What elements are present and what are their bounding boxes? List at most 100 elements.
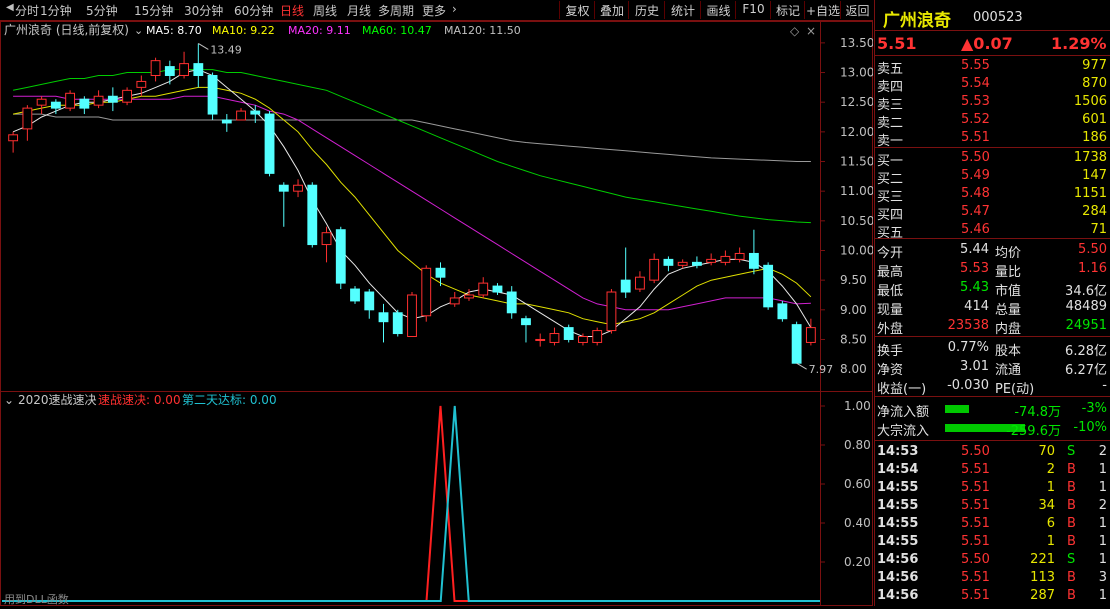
period-tab-1[interactable]: 1分钟 (40, 2, 72, 19)
tick-count: 1 (1098, 588, 1107, 603)
stat2-label: PE(动) (995, 382, 1035, 397)
y-tick-label: 8.00 (840, 362, 867, 376)
ask-price: 5.54 (961, 76, 990, 91)
tick-row: 14:56 5.50 221 S 1 (875, 551, 1110, 569)
tick-price: 5.51 (961, 480, 990, 495)
ask-row[interactable]: 卖五 5.55 977 (875, 57, 1110, 77)
tick-volume: 2 (1046, 462, 1055, 477)
candle-body (435, 267, 446, 278)
bid-row[interactable]: 买一 5.50 1738 (875, 149, 1110, 169)
toolbar-button-3[interactable]: 统计 (664, 1, 701, 19)
indicator-chevron-icon[interactable]: ⌄ (4, 393, 14, 407)
period-tab-8[interactable]: 月线 (347, 2, 371, 19)
close-icon[interactable]: × (806, 24, 816, 38)
candle-body (150, 60, 161, 76)
candle-body (606, 291, 617, 332)
bid-row[interactable]: 买四 5.47 284 (875, 203, 1110, 223)
ind-tick-label: 0.80 (844, 438, 871, 452)
bid-row[interactable]: 买五 5.46 71 (875, 221, 1110, 241)
toolbar-button-4[interactable]: 画线 (700, 1, 736, 19)
toolbar-button-0[interactable]: 复权 (559, 1, 595, 19)
toolbar-button-6[interactable]: 标记 (770, 1, 805, 19)
y-tick-label: 13.00 (840, 66, 873, 80)
tick-side: B (1067, 462, 1076, 477)
tick-row: 14:55 5.51 34 B 2 (875, 497, 1110, 515)
candle (207, 72, 218, 120)
period-tab-5[interactable]: 60分钟 (234, 2, 273, 19)
period-toolbar: 分时 ◀ 1分钟 5分钟 15分钟 30分钟 60分钟 日线 周线 月线 多周期 更多 › 复权 叠加 历史… (0, 0, 873, 21)
period-tab-3[interactable]: 15分钟 (134, 2, 173, 19)
stat-row: 最低 5.43 市值 34.6亿 (875, 279, 1110, 299)
tick-volume: 34 (1038, 498, 1055, 513)
period-tab-7[interactable]: 周线 (313, 2, 337, 19)
candle-body (805, 327, 816, 343)
ask-row[interactable]: 卖二 5.52 601 (875, 111, 1110, 131)
period-tab-2[interactable]: 5分钟 (86, 2, 118, 19)
stat-label: 最低 (877, 284, 904, 299)
indicator-line1: 速战速决: 0.00 (98, 393, 181, 407)
period-tab-6[interactable]: 日线 (280, 2, 304, 19)
candle-body (136, 80, 147, 88)
tick-time: 14:55 (877, 534, 919, 549)
ma-legend-1: MA10: 9.22 (212, 24, 275, 37)
flow-row: 大宗流入 -259.6万 -10% (875, 419, 1110, 439)
candle (663, 256, 674, 272)
toolbar-button-5[interactable]: F10 (735, 1, 771, 19)
ask-volume: 601 (1082, 112, 1107, 127)
candle (193, 43, 204, 88)
ma10-line (12, 86, 812, 326)
ask-row[interactable]: 卖一 5.51 186 (875, 129, 1110, 149)
candle-body (791, 324, 802, 364)
stat-label: 均价 (995, 246, 1022, 261)
candle (179, 51, 189, 79)
period-tab-10[interactable]: 更多 (422, 2, 446, 19)
candle (492, 283, 503, 295)
toolbar-button-8[interactable]: 返回 (840, 1, 874, 19)
bid-volume: 1151 (1073, 186, 1107, 201)
period-tab-4[interactable]: 30分钟 (184, 2, 223, 19)
stock-name: 广州浪奇 (883, 11, 951, 31)
toolbar-button-1[interactable]: 叠加 (594, 1, 629, 19)
tick-side: B (1067, 570, 1076, 585)
stat-row: 今开 5.44 均价 5.50 (875, 241, 1110, 261)
candle (122, 87, 133, 106)
candle-body (378, 312, 389, 323)
candle-body (478, 282, 489, 296)
kline-chart[interactable]: 13.50 13.00 12.50 12.00 11.50 11.00 10.50 10.00… (0, 21, 874, 606)
chevron-down-icon[interactable]: ⌄ (134, 24, 143, 37)
candle (136, 75, 147, 97)
candle-body (36, 98, 47, 106)
tick-time: 14:56 (877, 570, 919, 585)
candle-body (264, 113, 275, 174)
toolbar-button-2[interactable]: 历史 (628, 1, 665, 19)
candle (478, 277, 489, 298)
candle-body (307, 184, 318, 246)
candle (464, 289, 474, 301)
y-tick-label: 9.50 (840, 273, 867, 287)
period-tab-0[interactable]: 分时 ◀ (6, 2, 39, 19)
ind-tick-label: 0.60 (844, 477, 871, 491)
ask-row[interactable]: 卖三 5.53 1506 (875, 93, 1110, 113)
candle (592, 327, 603, 346)
chart-title: 广州浪奇 (日线,前复权) (4, 22, 129, 37)
candle (293, 179, 303, 198)
candle (22, 105, 33, 141)
period-tab-9[interactable]: 多周期 (378, 2, 414, 19)
y-tick-label: 9.00 (840, 303, 867, 317)
chevron-right-icon[interactable]: › (452, 2, 457, 16)
diamond-icon[interactable]: ◇ (790, 24, 800, 38)
tick-price: 5.51 (961, 534, 990, 549)
kline-chart-area[interactable]: 13.50 13.00 12.50 12.00 11.50 11.00 10.50 10.00… (0, 21, 874, 606)
bid-row[interactable]: 买三 5.48 1151 (875, 185, 1110, 205)
ask-volume: 977 (1082, 58, 1107, 73)
price-change: ▲0.07 (961, 34, 1013, 53)
ask-row[interactable]: 卖四 5.54 870 (875, 75, 1110, 95)
toolbar-button-7[interactable]: +自选 (804, 1, 841, 19)
ma20-line (13, 95, 811, 311)
stat2-row: 净资 3.01 流通 6.27亿 (875, 358, 1110, 378)
bid-row[interactable]: 买二 5.49 147 (875, 167, 1110, 187)
left-arrow-icon[interactable]: ◀ (6, 2, 14, 13)
candle-body (649, 258, 660, 281)
candle-body (578, 336, 588, 343)
candle (236, 108, 246, 121)
